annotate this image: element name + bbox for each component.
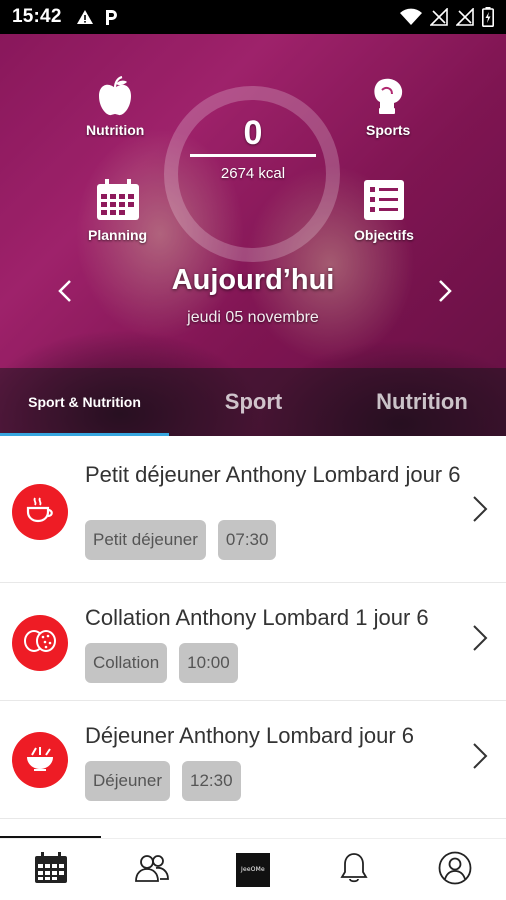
chevron-right-icon <box>470 741 490 771</box>
no-signal-icon <box>456 8 474 26</box>
tab-nutrition[interactable]: Nutrition <box>338 368 506 436</box>
calendar-icon <box>34 851 68 888</box>
nav-brand[interactable]: JeeOMe <box>202 839 303 900</box>
meal-title: Déjeuner Anthony Lombard jour 6 <box>85 723 414 748</box>
planning-label: Planning <box>88 227 148 243</box>
boxing-glove-icon <box>368 76 408 120</box>
sports-shortcut[interactable]: Sports <box>366 76 410 138</box>
status-bar: 15:42 <box>0 0 506 34</box>
nutrition-shortcut[interactable]: Nutrition <box>86 75 145 138</box>
objectifs-shortcut[interactable]: Objectifs <box>354 179 414 243</box>
cookies-icon <box>23 628 57 658</box>
meal-title: Collation Anthony Lombard 1 jour 6 <box>85 605 429 630</box>
brand-logo: JeeOMe <box>235 852 270 887</box>
meal-time-chip: 10:00 <box>179 643 238 683</box>
next-day-button[interactable] <box>430 278 460 308</box>
sports-label: Sports <box>366 122 411 138</box>
meal-type-chip: Déjeuner <box>85 761 170 801</box>
kcal-total: 2674 kcal <box>220 165 286 182</box>
meal-chips: Collation 10:00 <box>85 643 238 683</box>
list-item[interactable]: Collation Anthony Lombard 1 jour 6 Colla… <box>0 583 506 701</box>
chevron-right-icon <box>470 623 490 653</box>
wifi-icon <box>400 8 422 26</box>
day-date: jeudi 05 novembre <box>187 309 319 326</box>
nav-notifications[interactable] <box>304 839 405 900</box>
active-tab-indicator <box>0 433 169 436</box>
meal-type-chip: Collation <box>85 643 168 683</box>
meal-title: Petit déjeuner Anthony Lombard jour 6 <box>85 462 461 487</box>
nutrition-label: Nutrition <box>86 122 145 138</box>
meal-icon <box>12 615 68 671</box>
calorie-counter: 0 2674 kcal <box>190 114 316 182</box>
bell-icon <box>340 852 368 888</box>
kcal-consumed: 0 <box>243 114 263 152</box>
nav-community[interactable] <box>101 839 202 900</box>
apple-icon <box>97 75 133 120</box>
meal-list: Petit déjeuner Anthony Lombard jour 6 Pe… <box>0 448 506 819</box>
parking-icon <box>104 9 118 26</box>
kcal-divider <box>190 154 316 157</box>
bottom-navigation: JeeOMe <box>0 838 506 900</box>
coffee-cup-icon <box>25 495 55 529</box>
checklist-icon <box>363 179 405 225</box>
calendar-icon <box>96 179 140 225</box>
meal-icon <box>12 732 68 788</box>
tab-sport-nutrition[interactable]: Sport & Nutrition <box>0 368 169 436</box>
battery-charging-icon <box>482 7 494 27</box>
nav-profile[interactable] <box>405 839 506 900</box>
objectifs-label: Objectifs <box>354 227 414 243</box>
meal-chips: Petit déjeuner 07:30 <box>85 520 277 560</box>
status-right-icons <box>400 7 494 27</box>
status-time: 15:42 <box>12 6 62 27</box>
meal-chips: Déjeuner 12:30 <box>85 761 241 801</box>
meal-type-chip: Petit déjeuner <box>85 520 206 560</box>
community-icon <box>134 853 170 887</box>
meal-icon <box>12 484 68 540</box>
list-item[interactable]: Petit déjeuner Anthony Lombard jour 6 Pe… <box>0 448 506 583</box>
list-item[interactable]: Déjeuner Anthony Lombard jour 6 Déjeuner… <box>0 701 506 819</box>
chevron-right-icon <box>470 494 490 524</box>
chevron-right-icon <box>438 279 452 307</box>
nav-calendar[interactable] <box>0 839 101 900</box>
profile-icon <box>438 851 472 889</box>
no-signal-icon <box>430 8 448 26</box>
status-left-icons <box>76 9 118 26</box>
warning-icon <box>76 9 94 25</box>
meal-bowl-icon <box>24 744 56 776</box>
tab-bar: Sport & Nutrition Sport Nutrition <box>0 368 506 436</box>
meal-time-chip: 07:30 <box>217 520 277 560</box>
meal-time-chip: 12:30 <box>182 761 241 801</box>
tab-sport[interactable]: Sport <box>169 368 338 436</box>
planning-shortcut[interactable]: Planning <box>88 179 147 243</box>
